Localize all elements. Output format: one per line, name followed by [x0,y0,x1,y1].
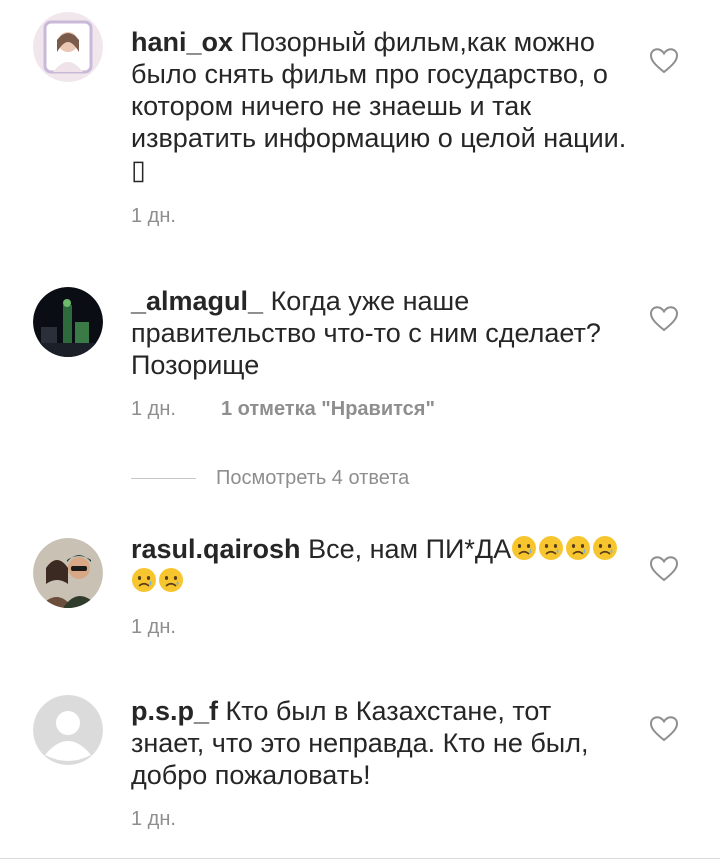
divider [0,858,720,859]
view-replies-label: Посмотреть 4 ответа [216,466,410,489]
comment-text: p.s.p_f Кто был в Казахстане, тот знает,… [131,695,631,791]
comment-time: 1 дн. [131,205,176,227]
crying-face-emoji-icon [131,567,157,593]
crying-face-emoji-icon [538,535,564,561]
comment-meta: 1 дн. [131,808,176,831]
comment-meta: 1 дн. [131,205,176,228]
avatar[interactable] [33,538,103,608]
comment-username[interactable]: rasul.qairosh [131,534,301,564]
crying-face-emoji-icon [565,535,591,561]
divider [131,477,196,479]
comment-username[interactable]: hani_ox [131,27,233,57]
comment-meta: 1 дн. 1 отметка "Нравится" [131,398,435,421]
comment-username[interactable]: p.s.p_f [131,696,218,726]
comment-time: 1 дн. [131,616,176,638]
comment-time: 1 дн. [131,808,176,830]
comment-meta: 1 дн. [131,616,176,639]
heart-icon[interactable] [650,306,678,332]
view-replies-button[interactable]: Посмотреть 4 ответа [131,465,409,491]
crying-face-emoji-icon [158,567,184,593]
avatar[interactable] [33,287,103,357]
heart-icon[interactable] [650,48,678,74]
crying-face-emoji-icon [592,535,618,561]
comment-body: Все, нам ПИ*ДА [308,534,512,564]
comment-text: rasul.qairosh Все, нам ПИ*ДА [131,533,631,597]
comment-text: _almagul_ Когда уже наше правительство ч… [131,285,631,381]
crying-face-emoji-icon [511,535,537,561]
heart-icon[interactable] [650,716,678,742]
comment-text: hani_ox Позорный фильм,как можно было сн… [131,26,631,186]
heart-icon[interactable] [650,556,678,582]
comment-time: 1 дн. [131,398,176,420]
avatar[interactable] [33,695,103,765]
likes-count[interactable]: 1 отметка "Нравится" [221,398,435,421]
comment-username[interactable]: _almagul_ [131,286,263,316]
avatar[interactable] [33,12,103,82]
